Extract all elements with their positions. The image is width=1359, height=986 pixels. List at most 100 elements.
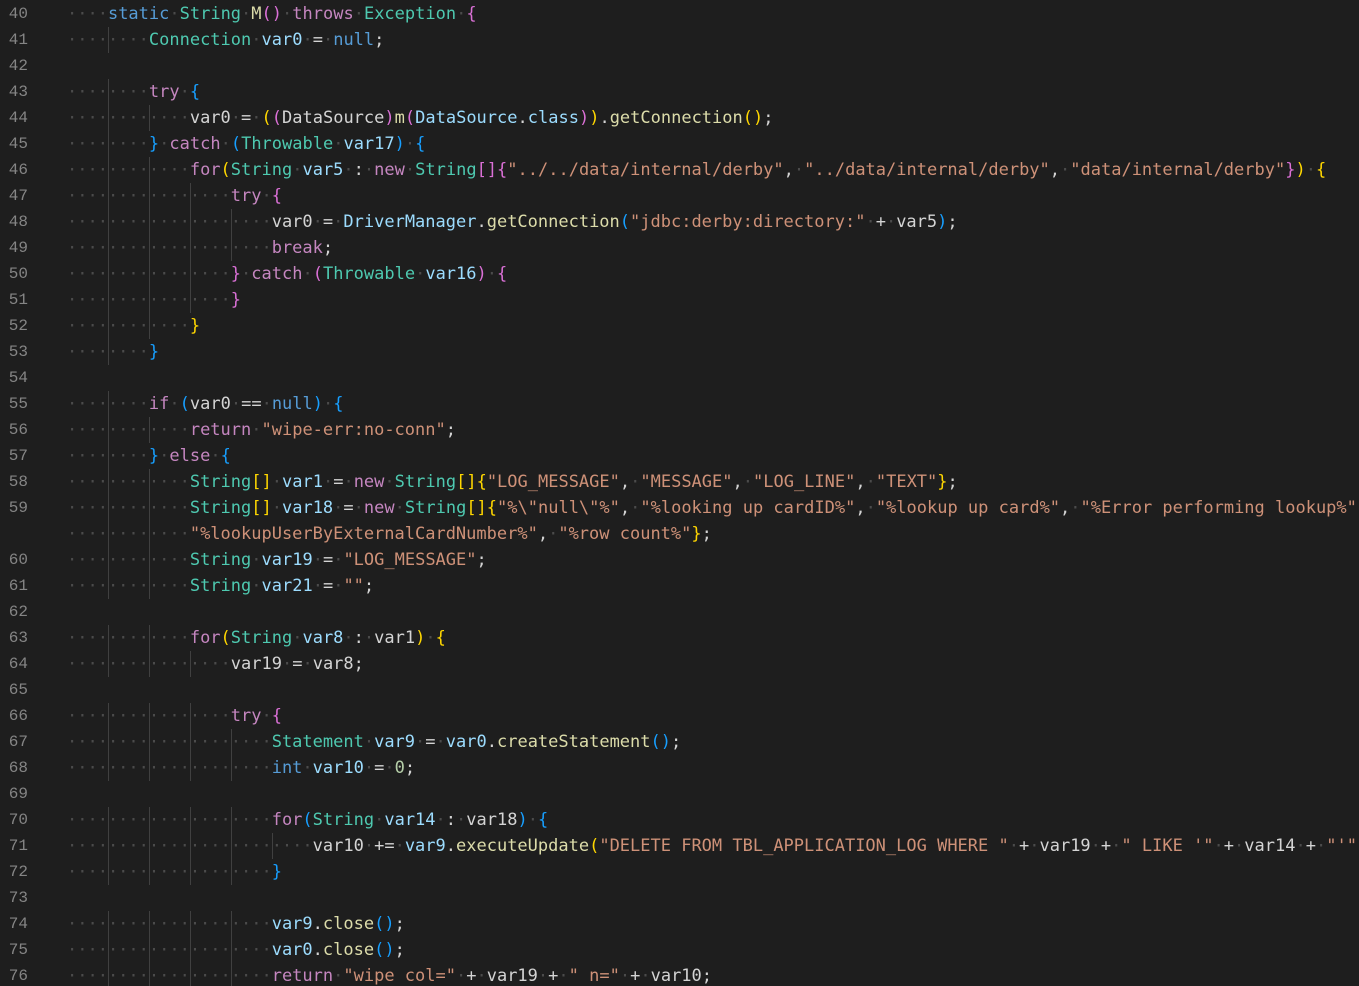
code-editor[interactable]: 40 ····static·String·M()·throws·Exception… <box>0 0 1359 986</box>
code-line[interactable]: 48 ····················var0·=·DriverManag… <box>0 209 1359 235</box>
code-line[interactable]: 67 ····················Statement·var9·=·v… <box>0 729 1359 755</box>
code-line[interactable]: 61 ············String·var21·=·""; <box>0 573 1359 599</box>
whitespace-dot: · <box>241 264 252 284</box>
code-line[interactable]: 45 ········}·catch·(Throwable·var17)·{ <box>0 131 1359 157</box>
code-token: : <box>353 160 364 180</box>
code-line[interactable]: 68 ····················int·var10·=·0; <box>0 755 1359 781</box>
code-line[interactable]: 76 ····················return·"wipe col="… <box>0 963 1359 986</box>
code-line[interactable]: 56 ············return·"wipe-err:no-conn"; <box>0 417 1359 443</box>
code-token: var14 <box>384 810 436 830</box>
code-token: var9 <box>404 836 446 856</box>
whitespace-dot: · <box>353 4 364 24</box>
code-line[interactable]: 62 <box>0 599 1359 625</box>
code-line[interactable]: 70 ····················for(String·var14·:… <box>0 807 1359 833</box>
code-line[interactable]: 43 ········try·{ <box>0 79 1359 105</box>
code-line[interactable]: 71 ························var10·+=·var9.… <box>0 833 1359 859</box>
code-line[interactable]: 72 ····················} <box>0 859 1359 885</box>
code-line[interactable]: 64 ················var19·=·var8; <box>0 651 1359 677</box>
code-text: ············var0·=·((DataSource)m(DataSo… <box>67 105 773 131</box>
code-token: ; <box>322 238 334 258</box>
line-number: 66 <box>8 707 28 725</box>
line-number: 45 <box>8 135 28 153</box>
code-line[interactable]: 42 <box>0 53 1359 79</box>
code-token: () <box>374 914 395 934</box>
code-line[interactable]: 60 ············String·var19·=·"LOG_MESSAG… <box>0 547 1359 573</box>
code-line[interactable]: 57 ········}·else·{ <box>0 443 1359 469</box>
whitespace-dot: · <box>415 732 426 752</box>
code-line[interactable]: 55 ········if·(var0·==·null)·{ <box>0 391 1359 417</box>
code-line[interactable]: 40 ····static·String·M()·throws·Exception… <box>0 1 1359 27</box>
code-line[interactable]: 58 ············String[]·var1·=·new·String… <box>0 469 1359 495</box>
whitespace-dot: · <box>343 472 354 492</box>
code-token: try <box>148 82 180 102</box>
line-number: 50 <box>8 265 28 283</box>
code-line[interactable]: 69 <box>0 781 1359 807</box>
whitespace-dot: · <box>169 4 180 24</box>
code-line[interactable]: ············"%lookupUserByExternalCardNu… <box>0 521 1359 547</box>
code-line[interactable]: 59 ············String[]·var18·=·new·Strin… <box>0 495 1359 521</box>
code-token: += <box>374 836 395 856</box>
code-line[interactable]: 74 ····················var9.close(); <box>0 911 1359 937</box>
code-text: ················var19·=·var8; <box>67 651 364 677</box>
whitespace-dot: · <box>251 420 262 440</box>
code-token: . <box>312 914 323 934</box>
code-line[interactable]: 46 ············for(String·var5·:·new·Stri… <box>0 157 1359 183</box>
code-line[interactable]: 53 ········} <box>0 339 1359 365</box>
code-text: ····static·String·M()·throws·Exception·{ <box>67 1 477 27</box>
whitespace-dot: · <box>251 30 262 50</box>
whitespace-dot: · <box>251 108 262 128</box>
code-line[interactable]: 65 <box>0 677 1359 703</box>
indent-whitespace: ············ <box>67 576 190 596</box>
code-token: "LOG_LINE" <box>753 472 856 492</box>
code-token: ( <box>404 108 416 128</box>
code-text: ············String[]·var18·=·new·String[… <box>67 495 1359 521</box>
code-line[interactable]: 41 ········Connection·var0·=·null; <box>0 27 1359 53</box>
whitespace-dot: · <box>435 810 446 830</box>
code-token: var0 <box>261 30 303 50</box>
code-line[interactable]: 73 <box>0 885 1359 911</box>
whitespace-dot: · <box>456 810 467 830</box>
indent-whitespace: ········ <box>67 342 149 362</box>
code-token: new <box>374 160 405 180</box>
code-token: , <box>619 498 631 518</box>
code-line[interactable]: 66 ················try·{ <box>0 703 1359 729</box>
code-token: "%row count%" <box>558 524 692 544</box>
whitespace-dot: · <box>261 394 272 414</box>
code-token: new <box>353 472 385 492</box>
code-line[interactable]: 49 ····················break; <box>0 235 1359 261</box>
code-token: ; <box>701 524 712 544</box>
code-text: ············String·var21·=·""; <box>67 573 374 599</box>
whitespace-dot: · <box>230 108 242 128</box>
code-line[interactable]: 47 ················try·{ <box>0 183 1359 209</box>
whitespace-dot: · <box>322 30 334 50</box>
code-token: getConnection <box>486 212 620 232</box>
code-token: "MESSAGE" <box>640 472 733 492</box>
whitespace-dot: · <box>210 446 221 466</box>
indent-whitespace: ········ <box>67 394 149 414</box>
code-line[interactable]: 63 ············for(String·var8·:·var1)·{ <box>0 625 1359 651</box>
code-token: . <box>312 940 323 960</box>
whitespace-dot: · <box>271 472 282 492</box>
code-line[interactable]: 52 ············} <box>0 313 1359 339</box>
code-line[interactable]: 44 ············var0·=·((DataSource)m(Data… <box>0 105 1359 131</box>
code-line[interactable]: 54 <box>0 365 1359 391</box>
code-token: ; <box>374 30 385 50</box>
line-number: 48 <box>8 213 28 231</box>
code-token: } <box>230 264 242 284</box>
code-token: ( <box>220 160 231 180</box>
code-token: , <box>855 472 866 492</box>
code-token: , <box>732 472 743 492</box>
code-line[interactable]: 51 ················} <box>0 287 1359 313</box>
code-token: DataSource <box>415 108 518 128</box>
code-token: var17 <box>343 134 395 154</box>
code-token: var0 <box>189 394 231 414</box>
code-token: . <box>445 836 457 856</box>
code-token: var9 <box>271 914 313 934</box>
line-number: 57 <box>8 447 28 465</box>
code-line[interactable]: 50 ················}·catch·(Throwable·var… <box>0 261 1359 287</box>
code-token: int <box>271 758 303 778</box>
code-line[interactable]: 75 ····················var0.close(); <box>0 937 1359 963</box>
whitespace-dot: · <box>865 472 876 492</box>
code-token: ; <box>445 420 456 440</box>
indent-whitespace: ············ <box>67 498 190 518</box>
